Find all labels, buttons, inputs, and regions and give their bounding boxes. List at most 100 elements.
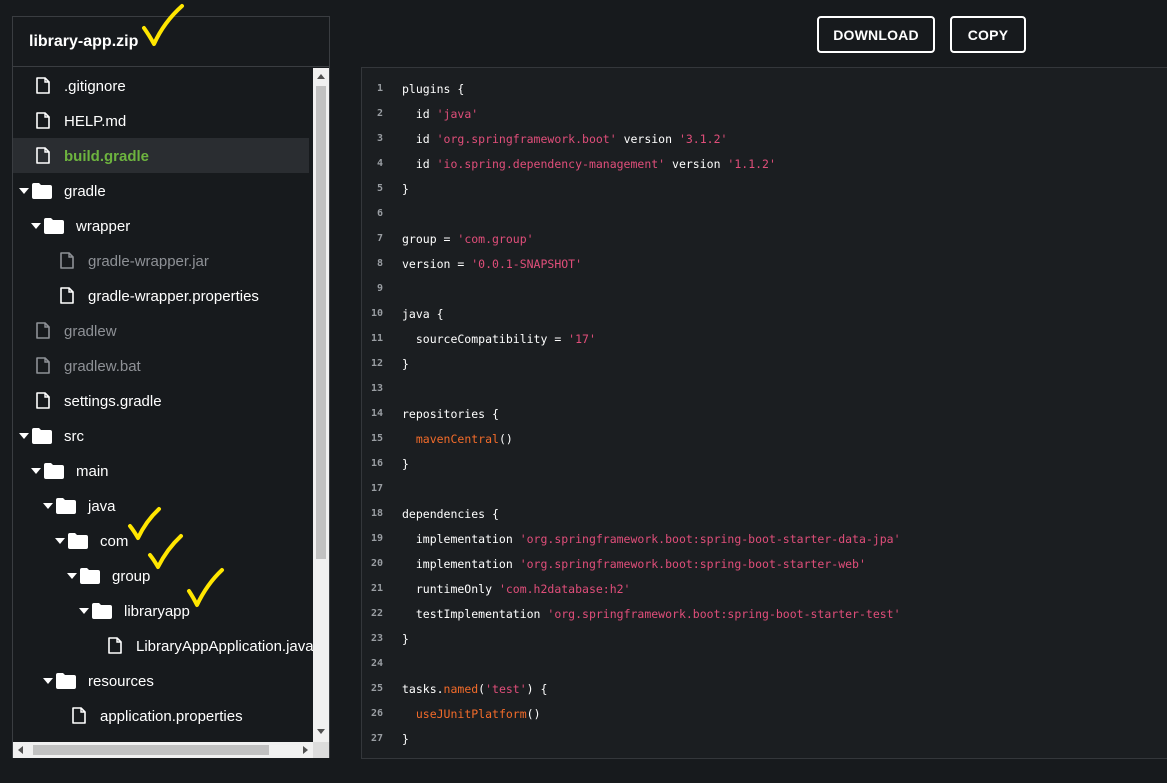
line-number: 2 xyxy=(376,108,383,119)
code-text: id 'io.spring.dependency-management' ver… xyxy=(402,157,776,171)
horizontal-scrollbar[interactable] xyxy=(13,742,313,758)
tree-item-label: gradlew xyxy=(64,323,117,340)
code-line: 13 xyxy=(362,377,1162,402)
code-token: id xyxy=(402,132,437,146)
tree-folder-row[interactable]: main xyxy=(13,453,309,488)
scroll-down-arrow-icon[interactable] xyxy=(317,729,325,735)
tree-file-row[interactable]: gradlew xyxy=(13,313,309,348)
tree-item-label: gradle xyxy=(64,183,106,200)
code-line: 24 xyxy=(362,652,1162,677)
string-token: 'test' xyxy=(485,682,527,696)
string-token: '1.1.2' xyxy=(727,157,776,171)
tree-folder-row[interactable]: group xyxy=(13,558,309,593)
code-text: repositories { xyxy=(402,407,499,421)
tree-item-label: com xyxy=(100,533,129,550)
code-line: 11 sourceCompatibility = '17' xyxy=(362,327,1162,352)
tree-file-row[interactable]: gradle-wrapper.jar xyxy=(13,243,309,278)
code-text: testImplementation 'org.springframework.… xyxy=(402,607,901,621)
caret-down-icon[interactable] xyxy=(17,184,31,198)
code-text: mavenCentral() xyxy=(402,432,513,446)
line-number: 9 xyxy=(376,283,383,294)
tree-file-row[interactable]: LibraryAppApplication.java xyxy=(13,628,313,663)
tree-file-row[interactable]: gradle-wrapper.properties xyxy=(13,278,309,313)
line-number: 11 xyxy=(370,333,383,344)
tree-folder-row[interactable]: resources xyxy=(13,663,309,698)
caret-down-icon[interactable] xyxy=(29,464,43,478)
tree-file-row[interactable]: gradlew.bat xyxy=(13,348,309,383)
tree-file-row[interactable]: application.properties xyxy=(13,698,309,733)
code-token: implementation xyxy=(402,532,520,546)
code-token: implementation xyxy=(402,557,520,571)
file-icon xyxy=(36,322,50,344)
code-line: 14 repositories { xyxy=(362,402,1162,427)
string-token: 'org.springframework.boot:spring-boot-st… xyxy=(547,607,901,621)
download-button[interactable]: DOWNLOAD xyxy=(817,16,935,53)
line-number: 8 xyxy=(376,258,383,269)
caret-down-icon[interactable] xyxy=(53,534,67,548)
code-token: id xyxy=(402,107,437,121)
code-line: 12} xyxy=(362,352,1162,377)
caret-down-icon[interactable] xyxy=(29,219,43,233)
tree-file-row[interactable]: .gitignore xyxy=(13,68,309,103)
tree-item-label: gradle-wrapper.properties xyxy=(88,288,259,305)
function-token: useJUnitPlatform xyxy=(415,707,527,721)
tree-folder-row[interactable]: gradle xyxy=(13,173,309,208)
caret-down-icon[interactable] xyxy=(65,569,79,583)
folder-icon xyxy=(44,463,64,484)
line-number: 5 xyxy=(376,183,383,194)
vertical-scroll-thumb[interactable] xyxy=(316,86,326,559)
folder-icon xyxy=(32,428,52,449)
copy-button[interactable]: COPY xyxy=(950,16,1026,53)
tree-folder-row[interactable]: com xyxy=(13,523,309,558)
caret-down-icon[interactable] xyxy=(77,604,91,618)
tree-folder-row[interactable]: libraryapp xyxy=(13,593,309,628)
file-tree[interactable]: .gitignore HELP.md build.gradle gradle wrapp… xyxy=(13,68,313,742)
file-icon xyxy=(36,357,50,379)
code-line: 1 plugins { xyxy=(362,77,1162,102)
code-token: repositories { xyxy=(402,407,499,421)
line-number: 12 xyxy=(370,358,383,369)
line-number: 24 xyxy=(370,658,383,669)
horizontal-scroll-thumb[interactable] xyxy=(33,745,269,755)
tree-item-label: main xyxy=(76,463,109,480)
string-token: '3.1.2' xyxy=(678,132,728,146)
code-text: } xyxy=(402,357,409,371)
code-token: testImplementation xyxy=(402,607,548,621)
tree-file-row[interactable]: HELP.md xyxy=(13,103,309,138)
function-token: mavenCentral xyxy=(415,432,499,446)
tree-file-row[interactable]: build.gradle xyxy=(13,138,309,173)
string-token: 'org.springframework.boot:spring-boot-st… xyxy=(519,532,901,546)
folder-icon xyxy=(56,498,76,519)
code-token: group = xyxy=(402,232,458,246)
vertical-scrollbar[interactable] xyxy=(313,68,329,742)
tree-item-label: java xyxy=(88,498,116,515)
code-text: id 'java' xyxy=(402,107,478,121)
archive-name: library-app.zip xyxy=(29,33,139,50)
scroll-left-arrow-icon[interactable] xyxy=(17,746,23,754)
tree-item-label: application.properties xyxy=(100,708,243,725)
scroll-up-arrow-icon[interactable] xyxy=(317,73,325,79)
tree-folder-row[interactable]: wrapper xyxy=(13,208,309,243)
code-line: 26 useJUnitPlatform() xyxy=(362,702,1162,727)
caret-down-icon[interactable] xyxy=(17,429,31,443)
folder-icon xyxy=(68,533,88,554)
code-line: 7 group = 'com.group' xyxy=(362,227,1162,252)
scroll-right-arrow-icon[interactable] xyxy=(303,746,309,754)
code-text: version = '0.0.1-SNAPSHOT' xyxy=(402,257,582,271)
tree-folder-row[interactable]: src xyxy=(13,418,309,453)
code-line: 27} xyxy=(362,727,1162,752)
tree-file-row[interactable]: settings.gradle xyxy=(13,383,309,418)
file-icon xyxy=(36,77,50,99)
string-token: 'io.spring.dependency-management' xyxy=(436,157,666,171)
string-token: '17' xyxy=(568,332,596,346)
caret-down-icon[interactable] xyxy=(41,674,55,688)
code-viewer[interactable]: 1 plugins {2 id 'java' 3 id 'org.springfra… xyxy=(361,67,1167,759)
line-number: 25 xyxy=(370,683,383,694)
code-token: () xyxy=(498,432,513,446)
caret-down-icon[interactable] xyxy=(41,499,55,513)
tree-folder-row[interactable]: java xyxy=(13,488,309,523)
tree-item-label: build.gradle xyxy=(64,148,150,165)
code-line: 22 testImplementation 'org.springframewo… xyxy=(362,602,1162,627)
code-text: plugins { xyxy=(402,82,464,96)
tree-item-label: group xyxy=(112,568,151,585)
